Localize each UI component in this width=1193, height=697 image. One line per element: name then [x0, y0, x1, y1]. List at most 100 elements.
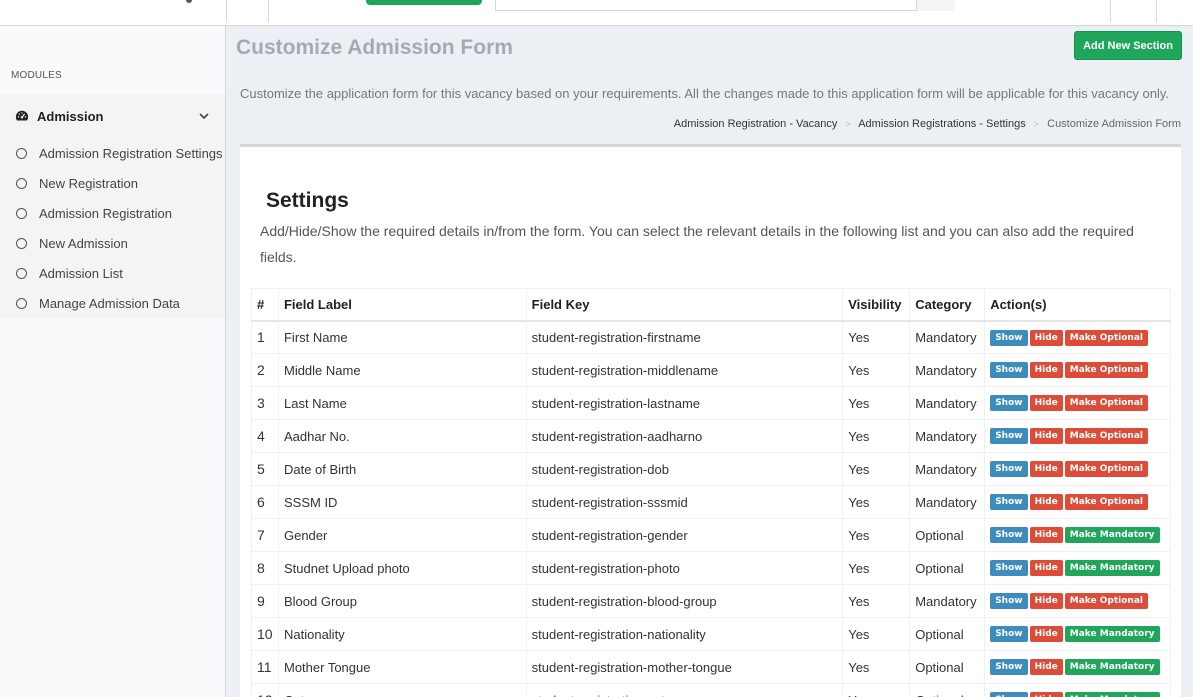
- show-button[interactable]: Show: [990, 329, 1028, 346]
- navbar-search-input[interactable]: [495, 0, 955, 11]
- hide-button[interactable]: Hide: [1029, 626, 1063, 643]
- actions-cell: Show Hide Make Optional: [984, 353, 1171, 387]
- actions-cell: Show Hide Make Optional: [984, 584, 1171, 618]
- category-value: Mandatory: [909, 485, 986, 519]
- category-value: Mandatory: [909, 386, 986, 420]
- table-row: 6 SSSM ID student-registration-sssmid Yes Ma…: [251, 485, 1171, 519]
- actions-cell: ShowHideMake Mandatory: [984, 551, 1171, 585]
- sidebar-item-label: Admission Registration: [39, 205, 172, 221]
- show-button[interactable]: Show: [990, 692, 1028, 697]
- table-body: 1 First Name student-registration-firstnam…: [251, 320, 1171, 697]
- make-mandatory-button[interactable]: Make Mandatory: [1064, 626, 1160, 643]
- sidebar-item-new-registration[interactable]: New Registration: [0, 168, 225, 198]
- hide-button[interactable]: Hide: [1029, 428, 1063, 445]
- show-button[interactable]: Show: [990, 593, 1028, 610]
- show-button[interactable]: Show: [990, 626, 1028, 643]
- sidebar-item-admission-registration-settings[interactable]: Admission Registration Settings: [0, 138, 225, 168]
- circle-icon: [16, 177, 27, 189]
- field-label: Category: [277, 683, 527, 697]
- make-optional-button[interactable]: Make Optional: [1064, 395, 1148, 412]
- show-button[interactable]: Show: [990, 428, 1028, 445]
- show-button[interactable]: Show: [990, 659, 1028, 676]
- show-button[interactable]: Show: [990, 494, 1028, 511]
- sidebar-item-manage-admission-data[interactable]: Manage Admission Data: [0, 288, 225, 318]
- sidebar-menu-admission[interactable]: Admission: [0, 94, 225, 138]
- make-optional-button[interactable]: Make Optional: [1064, 494, 1148, 511]
- add-new-section-button[interactable]: Add New Section: [1074, 31, 1182, 60]
- table-row: 3 Last Name student-registration-lastname Y…: [251, 386, 1171, 420]
- field-label: Aadhar No.: [277, 419, 527, 453]
- category-value: Optional: [909, 617, 986, 651]
- make-mandatory-button[interactable]: Make Mandatory: [1064, 659, 1160, 676]
- field-label: First Name: [277, 320, 527, 354]
- hide-button[interactable]: Hide: [1029, 659, 1063, 676]
- column-header-visibility: Visibility: [842, 288, 911, 322]
- make-mandatory-button[interactable]: Make Mandatory: [1064, 527, 1160, 544]
- table-row: 12Categorystudent-registration-categoryY…: [251, 683, 1171, 697]
- table-row: 10 Nationality student-registration-nation…: [251, 617, 1171, 651]
- show-button[interactable]: Show: [990, 461, 1028, 478]
- breadcrumb-separator: >: [845, 119, 851, 129]
- make-mandatory-button[interactable]: Make Mandatory: [1064, 560, 1160, 577]
- actions-cell: Show Hide Make Optional: [984, 485, 1171, 519]
- category-value: Mandatory: [909, 320, 986, 354]
- navbar-divider: [268, 0, 269, 22]
- sidebar-item-new-admission[interactable]: New Admission: [0, 228, 225, 258]
- breadcrumb-vacancy-link[interactable]: Admission Registration - Vacancy: [674, 118, 838, 130]
- make-optional-button[interactable]: Make Optional: [1064, 329, 1148, 346]
- table-row: 11 Mother Tongue student-registration-moth…: [251, 650, 1171, 684]
- category-value: Optional: [909, 683, 986, 697]
- field-key: student-registration-nationality: [525, 617, 844, 651]
- fields-table: # Field Label Field Key Visibility Categ…: [251, 288, 1171, 697]
- column-header-category: Category: [909, 288, 986, 322]
- hide-button[interactable]: Hide: [1029, 362, 1063, 379]
- field-label: Studnet Upload photo: [277, 551, 527, 585]
- actions-cell: ShowHideMake Mandatory: [984, 518, 1171, 552]
- visibility-value: Yes: [842, 683, 911, 697]
- visibility-value: Yes: [842, 584, 911, 618]
- hide-button[interactable]: Hide: [1029, 395, 1063, 412]
- hide-button[interactable]: Hide: [1029, 461, 1063, 478]
- circle-icon: [16, 267, 27, 279]
- navbar-green-button[interactable]: [366, 0, 482, 5]
- sidebar-item-admission-list[interactable]: Admission List: [0, 258, 225, 288]
- field-label: Middle Name: [277, 353, 527, 387]
- make-optional-button[interactable]: Make Optional: [1064, 428, 1148, 445]
- row-number: 12: [251, 683, 279, 697]
- hide-button[interactable]: Hide: [1029, 692, 1063, 697]
- hide-button[interactable]: Hide: [1029, 494, 1063, 511]
- hide-button[interactable]: Hide: [1029, 593, 1063, 610]
- make-optional-button[interactable]: Make Optional: [1064, 362, 1148, 379]
- table-row: 5 Date of Birth student-registration-dob Ye…: [251, 452, 1171, 486]
- table-header-row: # Field Label Field Key Visibility Categ…: [251, 288, 1171, 322]
- category-value: Optional: [909, 551, 986, 585]
- hide-button[interactable]: Hide: [1029, 527, 1063, 544]
- sidebar-item-admission-registration[interactable]: Admission Registration: [0, 198, 225, 228]
- sidebar-item-label: New Admission: [39, 235, 128, 251]
- make-mandatory-button[interactable]: Make Mandatory: [1064, 692, 1160, 697]
- hide-button[interactable]: Hide: [1029, 560, 1063, 577]
- sidebar-item-label: Admission Registration Settings: [39, 145, 223, 161]
- settings-box: Settings Add/Hide/Show the required deta…: [240, 144, 1181, 697]
- make-optional-button[interactable]: Make Optional: [1064, 461, 1148, 478]
- field-label: Date of Birth: [277, 452, 527, 486]
- table-row: 1 First Name student-registration-firstnam…: [251, 320, 1171, 354]
- circle-icon: [16, 147, 27, 159]
- show-button[interactable]: Show: [990, 395, 1028, 412]
- visibility-value: Yes: [842, 452, 911, 486]
- make-optional-button[interactable]: Make Optional: [1064, 593, 1148, 610]
- sidebar-section-label: MODULES: [11, 70, 62, 81]
- visibility-value: Yes: [842, 650, 911, 684]
- settings-subtitle: Add/Hide/Show the required details in/fr…: [260, 223, 1134, 265]
- hide-button[interactable]: Hide: [1029, 329, 1063, 346]
- table-row: 8 Studnet Upload photo student-registratio…: [251, 551, 1171, 585]
- breadcrumb-settings-link[interactable]: Admission Registrations - Settings: [858, 118, 1026, 130]
- show-button[interactable]: Show: [990, 362, 1028, 379]
- show-button[interactable]: Show: [990, 527, 1028, 544]
- navbar-search-button[interactable]: [916, 0, 955, 11]
- navbar-divider: [1156, 0, 1157, 22]
- chevron-down-icon: [199, 113, 209, 120]
- category-value: Optional: [909, 518, 986, 552]
- table-row: 2 Middle Name student-registration-middlen…: [251, 353, 1171, 387]
- show-button[interactable]: Show: [990, 560, 1028, 577]
